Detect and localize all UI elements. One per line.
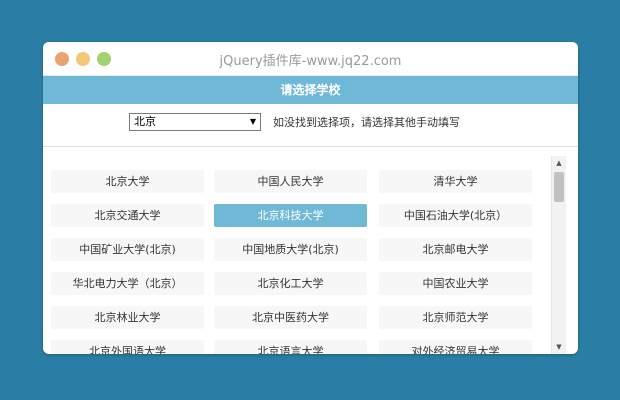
school-option[interactable]: 北京中医药大学 [214, 306, 367, 329]
hint-text: 如没找到选择项，请选择其他手动填写 [273, 116, 460, 129]
selector-row: 北京 ▼ 如没找到选择项，请选择其他手动填写 [43, 104, 578, 147]
scroll-down-icon[interactable]: ▼ [552, 340, 566, 354]
school-option[interactable]: 北京交通大学 [51, 204, 204, 227]
school-option[interactable]: 中国石油大学(北京） [379, 204, 532, 227]
school-option[interactable]: 北京师范大学 [379, 306, 532, 329]
school-option[interactable]: 中国人民大学 [214, 170, 367, 193]
dialog-header: 请选择学校 [43, 76, 578, 104]
scrollbar[interactable]: ▲ ▼ [551, 156, 566, 354]
province-select[interactable]: 北京 ▼ [129, 113, 261, 131]
school-option[interactable]: 中国矿业大学(北京) [51, 238, 204, 261]
school-option[interactable]: 清华大学 [379, 170, 532, 193]
scroll-thumb[interactable] [554, 172, 564, 202]
school-option[interactable]: 北京大学 [51, 170, 204, 193]
school-option[interactable]: 北京林业大学 [51, 306, 204, 329]
school-option[interactable]: 北京邮电大学 [379, 238, 532, 261]
window-title: jQuery插件库-www.jq22.com [219, 54, 402, 69]
scroll-up-icon[interactable]: ▲ [552, 156, 566, 170]
school-list: 北京大学 中国人民大学 清华大学北京交通大学 北京科技大学 中国石油大学(北京） 中国矿业… [43, 156, 578, 354]
dropdown-arrow-icon: ▼ [249, 117, 256, 126]
school-option[interactable]: 北京语言大学 [214, 340, 367, 354]
school-option[interactable]: 中国农业大学 [379, 272, 532, 295]
school-option[interactable]: 北京科技大学 [214, 204, 367, 227]
province-select-value: 北京 [134, 115, 156, 128]
school-option[interactable]: 华北电力大学（北京） [51, 272, 204, 295]
school-option[interactable]: 对外经济贸易大学 [379, 340, 532, 354]
school-option[interactable]: 北京外国语大学 [51, 340, 204, 354]
browser-window: jQuery插件库-www.jq22.com 请选择学校 北京 ▼ 如没找到选择… [43, 42, 578, 354]
school-option[interactable]: 中国地质大学(北京) [214, 238, 367, 261]
school-option[interactable]: 北京化工大学 [214, 272, 367, 295]
title-bar: jQuery插件库-www.jq22.com [43, 42, 578, 76]
